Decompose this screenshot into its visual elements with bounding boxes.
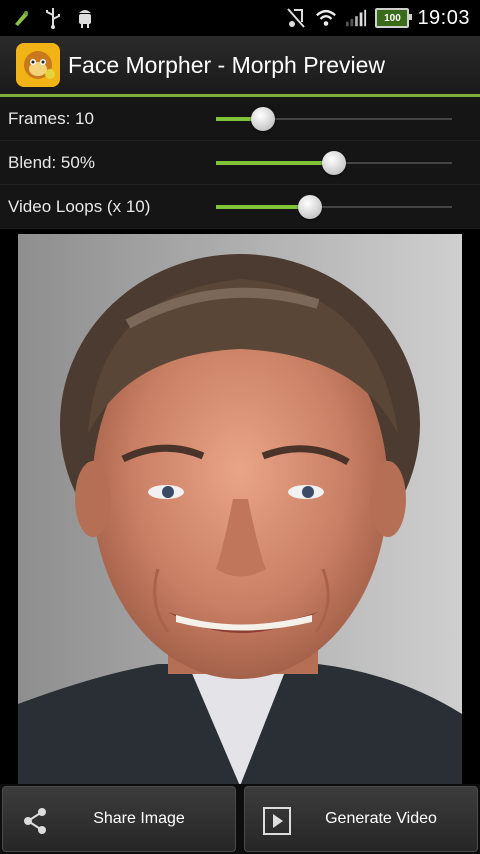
frames-row: Frames: 10: [0, 97, 480, 141]
blend-row: Blend: 50%: [0, 141, 480, 185]
share-icon: [19, 805, 51, 837]
morph-preview-image: [18, 234, 462, 786]
monkey-face-icon: [16, 43, 60, 87]
battery-icon: 100: [375, 8, 413, 28]
wifi-icon: [315, 7, 337, 29]
video-loops-slider-fill: [216, 205, 310, 209]
generate-video-button[interactable]: Generate Video: [244, 786, 478, 852]
signal-icon: [345, 7, 367, 29]
no-music-icon: [285, 7, 307, 29]
blend-slider-knob[interactable]: [322, 151, 346, 175]
share-image-button[interactable]: Share Image: [2, 786, 236, 852]
video-loops-slider-knob[interactable]: [298, 195, 322, 219]
video-loops-label: Video Loops (x 10): [8, 196, 151, 216]
status-bar: 100 19:03: [0, 0, 480, 36]
play-icon: [261, 805, 293, 837]
video-loops-row: Video Loops (x 10): [0, 185, 480, 229]
page-title: Face Morpher - Morph Preview: [68, 51, 385, 78]
title-bar: Face Morpher - Morph Preview: [0, 36, 480, 97]
settings-panel: Frames: 10 Blend: 50% Video Loops (x 10): [0, 97, 480, 229]
blend-label: Blend: 50%: [8, 152, 95, 172]
frames-label: Frames: 10: [8, 108, 94, 128]
video-loops-slider[interactable]: [216, 195, 452, 219]
usb-icon: [42, 7, 64, 29]
bottom-action-bar: Share Image Generate Video: [0, 784, 480, 854]
frames-slider[interactable]: [216, 107, 452, 131]
blend-slider[interactable]: [216, 151, 452, 175]
android-robot-icon: [74, 7, 96, 29]
clock-time: 19:03: [417, 6, 470, 29]
frames-slider-knob[interactable]: [251, 107, 275, 131]
blend-slider-fill: [216, 161, 334, 165]
android-debug-icon: [10, 7, 32, 29]
